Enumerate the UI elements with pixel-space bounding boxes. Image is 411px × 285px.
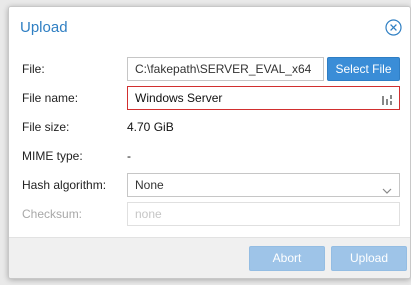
hash-algorithm-select[interactable]: None [127,173,400,197]
file-row: File: C:\fakepath\SERVER_EVAL_x64 Select… [9,57,410,81]
dialog-title: Upload [20,19,68,36]
mime-type-label: MIME type: [22,149,83,163]
dialog-footer: Abort Upload [9,237,410,278]
mime-type-value: - [127,149,131,163]
chevron-down-icon[interactable] [382,181,392,194]
file-size-label: File size: [22,120,70,134]
file-name-label: File name: [22,91,79,105]
select-file-button[interactable]: Select File [327,57,400,81]
hash-algorithm-row: Hash algorithm: None [9,173,410,197]
file-label: File: [22,62,45,76]
close-icon[interactable] [385,19,402,36]
file-name-input[interactable]: Windows Server [127,86,400,110]
file-size-value: 4.70 GiB [127,120,174,134]
upload-button[interactable]: Upload [331,246,407,271]
hash-algorithm-value: None [135,178,164,192]
abort-button[interactable]: Abort [249,246,325,271]
checksum-row: Checksum: none [9,202,410,226]
file-name-value: Windows Server [135,91,223,105]
file-size-row: File size: 4.70 GiB [9,115,410,139]
hash-algorithm-label: Hash algorithm: [22,178,107,192]
mime-type-row: MIME type: - [9,144,410,168]
password-manager-icon[interactable] [381,92,393,105]
checksum-label: Checksum: [22,207,83,221]
file-path-field[interactable]: C:\fakepath\SERVER_EVAL_x64 [127,57,324,81]
upload-dialog: Upload File: C:\fakepath\SERVER_EVAL_x64… [8,6,411,279]
dialog-titlebar: Upload [9,7,410,49]
file-name-row: File name: Windows Server [9,86,410,110]
checksum-input: none [127,202,400,226]
